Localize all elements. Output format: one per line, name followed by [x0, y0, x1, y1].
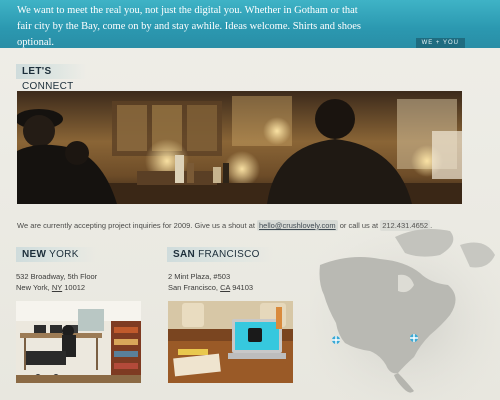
new-york-heading: NEW YORK: [16, 247, 96, 262]
new-york-street: 532 Broadway, 5th Floor: [16, 272, 98, 281]
intro-text: We want to meet the real you, not just t…: [17, 5, 361, 48]
new-york-city-line: New York, NY 10012: [16, 282, 97, 293]
lets-connect-heading: LET'S CONNECT: [16, 64, 86, 92]
new-york-heading-bold: NEW: [22, 249, 47, 260]
san-francisco-heading-bold: SAN: [173, 249, 196, 260]
new-york-heading-rest: YORK: [46, 249, 79, 260]
san-francisco-zip: 94103: [230, 283, 254, 292]
new-york-zip: 10012: [62, 283, 86, 292]
lets-connect-heading-bold: LET'S: [22, 66, 52, 77]
san-francisco-office-photo: [168, 301, 293, 383]
new-york-office-photo-art: [16, 301, 141, 383]
san-francisco-city: San Francisco,: [168, 283, 221, 292]
san-francisco-address: 2 Mint Plaza, #503 San Francisco, CA 941…: [168, 271, 253, 293]
new-york-city: New York,: [16, 283, 52, 292]
san-francisco-street: 2 Mint Plaza, #503: [168, 272, 231, 281]
san-francisco-marker[interactable]: [332, 336, 340, 344]
san-francisco-office-photo-art: [168, 301, 293, 383]
new-york-address: 532 Broadway, 5th Floor New York, NY 100…: [16, 271, 97, 293]
san-francisco-heading-rest: FRANCISCO: [195, 249, 260, 260]
north-america-map: [310, 225, 500, 400]
new-york-state: NY: [51, 283, 63, 292]
office-team-photo: [17, 91, 462, 204]
san-francisco-heading: SAN FRANCISCO: [167, 247, 273, 262]
inquiry-prefix: We are currently accepting project inqui…: [17, 221, 257, 230]
page: We want to meet the real you, not just t…: [0, 0, 500, 400]
san-francisco-city-line: San Francisco, CA 94103: [168, 282, 253, 293]
new-york-office-photo: [16, 301, 141, 383]
san-francisco-state: CA: [220, 283, 231, 292]
office-team-photo-art: [17, 91, 462, 204]
we-plus-you-tab[interactable]: WE + YOU: [415, 38, 465, 48]
new-york-marker[interactable]: [410, 334, 418, 342]
